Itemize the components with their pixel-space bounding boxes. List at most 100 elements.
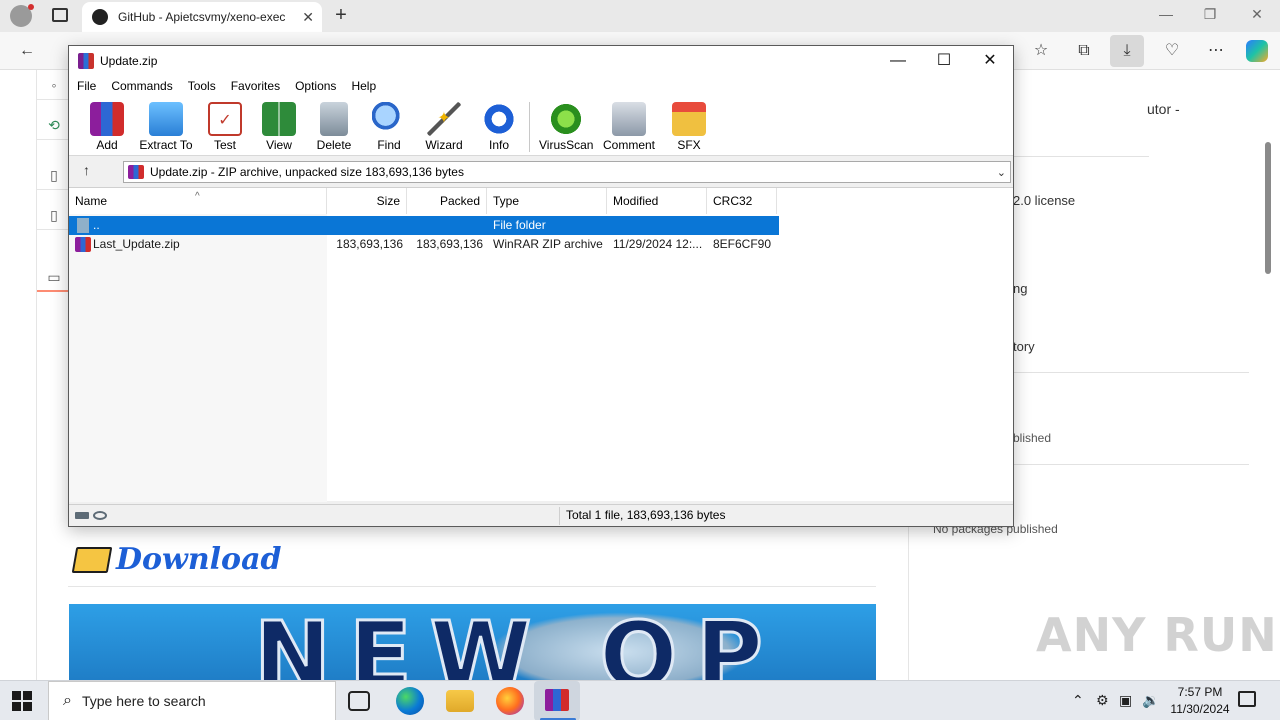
new-tab-button[interactable]: + <box>330 4 352 27</box>
extract-to-label: Extract To <box>139 138 193 152</box>
ethernet-icon[interactable]: ▣ <box>1119 692 1132 709</box>
column-header-type[interactable]: Type <box>487 188 607 214</box>
chevron-down-icon[interactable]: ⌄ <box>997 166 1006 179</box>
license-link[interactable]: 2.0 license <box>1013 193 1075 208</box>
browser-close-icon[interactable]: ✕ <box>1247 6 1267 23</box>
wizard-button[interactable]: ✦ Wizard <box>423 102 465 152</box>
page-scrollbar-thumb[interactable] <box>1265 142 1271 274</box>
maximize-icon[interactable]: ☐ <box>921 46 967 76</box>
test-label: Test <box>213 138 236 152</box>
github-icon <box>92 9 108 25</box>
close-icon[interactable]: ✕ <box>967 46 1013 76</box>
menu-help[interactable]: Help <box>351 79 376 93</box>
download-link[interactable]: Download <box>116 542 281 577</box>
column-header-crc32[interactable]: CRC32 <box>707 188 777 214</box>
column-header-size[interactable]: Size <box>327 188 407 214</box>
comment-button[interactable]: Comment <box>601 102 657 152</box>
test-button[interactable]: ✓ Test <box>207 102 243 152</box>
drive-icon[interactable] <box>75 512 89 519</box>
comment-label: Comment <box>602 138 655 152</box>
comment-icon <box>612 102 646 136</box>
task-view-icon[interactable] <box>348 691 370 711</box>
add-button[interactable]: Add <box>89 102 125 152</box>
winrar-titlebar[interactable]: Update.zip — ☐ ✕ <box>69 46 1013 76</box>
row-type: WinRAR ZIP archive <box>493 237 603 251</box>
zip-file-icon <box>75 237 91 252</box>
chevron-up-icon[interactable]: ⌃ <box>1072 692 1084 709</box>
table-row[interactable]: .. File folder <box>69 216 779 235</box>
tab-actions-icon[interactable] <box>52 8 68 22</box>
minimize-icon[interactable]: — <box>875 46 921 76</box>
rail-item-code[interactable]: ⟲ <box>37 110 71 140</box>
rail-item-file-2[interactable]: ▯ <box>37 200 71 230</box>
find-button[interactable]: Find <box>371 102 407 152</box>
network-icon[interactable]: ⚙ <box>1096 692 1109 709</box>
menu-favorites[interactable]: Favorites <box>231 79 280 93</box>
up-arrow-icon[interactable]: ↑ <box>83 162 90 178</box>
copilot-icon[interactable] <box>1246 40 1268 62</box>
virusscan-label: VirusScan <box>539 138 594 152</box>
view-button[interactable]: View <box>259 102 299 152</box>
notification-center-icon[interactable] <box>1238 691 1256 707</box>
edge-icon[interactable] <box>396 687 424 715</box>
readme-banner-image: NEW OP <box>69 604 876 680</box>
column-header-name[interactable]: Name ^ <box>69 188 327 214</box>
row-packed: 183,693,136 <box>416 237 483 251</box>
row-name: .. <box>93 218 100 232</box>
history-link[interactable]: tory <box>1013 339 1035 354</box>
winrar-toolbar: Add Extract To ✓ Test View Delete Find ✦… <box>69 96 1013 156</box>
favorites-icon[interactable]: ☆ <box>1030 40 1052 62</box>
back-arrow-icon[interactable]: ← <box>16 40 38 62</box>
rail-item-top[interactable]: ◦ <box>37 70 71 100</box>
taskbar-search-box[interactable]: ⌕ Type here to search <box>48 681 336 720</box>
browser-essentials-icon[interactable]: ♡ <box>1161 40 1183 62</box>
extract-to-button[interactable]: Extract To <box>137 102 195 152</box>
browser-tab-github[interactable]: GitHub - Apietcsvmy/xeno-exec ✕ <box>82 2 322 32</box>
collections-icon[interactable]: ⧉ <box>1073 40 1095 62</box>
firefox-icon[interactable] <box>496 687 524 715</box>
menu-tools[interactable]: Tools <box>188 79 216 93</box>
table-row[interactable]: Last_Update.zip 183,693,136 183,693,136 … <box>69 235 779 254</box>
folder-icon <box>71 546 113 573</box>
releases-text: blished <box>1013 431 1052 445</box>
rail-item-file[interactable]: ▯ <box>37 160 71 190</box>
volume-icon[interactable]: 🔉 <box>1142 692 1159 709</box>
taskbar: ⌕ Type here to search ⌃ ⚙ ▣ 🔉 7:57 PM 11… <box>0 680 1280 720</box>
windows-start-icon[interactable] <box>12 691 32 711</box>
path-dropdown[interactable]: Update.zip - ZIP archive, unpacked size … <box>123 161 1011 183</box>
downloads-icon[interactable]: ⤓ <box>1110 35 1144 67</box>
file-explorer-icon[interactable] <box>446 690 474 712</box>
virusscan-button[interactable]: VirusScan <box>539 102 593 152</box>
menu-commands[interactable]: Commands <box>111 79 172 93</box>
delete-button[interactable]: Delete <box>315 102 353 152</box>
status-bar: Total 1 file, 183,693,136 bytes <box>69 504 1013 526</box>
column-name-label: Name <box>75 194 108 208</box>
toolbar-separator <box>529 102 530 152</box>
folder-icon <box>149 102 183 136</box>
sfx-button[interactable]: SFX <box>669 102 709 152</box>
row-modified: 11/29/2024 12:... <box>613 237 703 251</box>
browser-minimize-icon[interactable]: — <box>1156 6 1176 22</box>
key-icon[interactable] <box>93 511 107 520</box>
clock-time: 7:57 PM <box>1177 685 1223 699</box>
book-icon <box>262 102 296 136</box>
menu-file[interactable]: File <box>77 79 96 93</box>
menu-options[interactable]: Options <box>295 79 336 93</box>
info-button[interactable]: Info <box>481 102 517 152</box>
column-header-packed[interactable]: Packed <box>407 188 487 214</box>
search-placeholder: Type here to search <box>81 693 206 709</box>
column-header-modified[interactable]: Modified <box>607 188 707 214</box>
system-clock[interactable]: 7:57 PM 11/30/2024 <box>1160 684 1240 718</box>
banner-text: NEW OP <box>253 604 781 680</box>
activity-link[interactable]: ng <box>1013 281 1027 296</box>
rail-item-readme[interactable]: ▭ <box>37 262 71 292</box>
name-column-shade <box>69 214 327 502</box>
sfx-box-icon <box>672 102 706 136</box>
left-rail: ◦ ⟲ ▯ ▯ ▭ <box>36 70 71 680</box>
winrar-taskbar-button[interactable] <box>534 681 580 720</box>
view-label: View <box>266 138 292 152</box>
download-heading[interactable]: Download <box>71 542 281 577</box>
more-menu-icon[interactable]: ⋯ <box>1205 40 1227 62</box>
browser-restore-icon[interactable]: ❐ <box>1200 6 1220 23</box>
tab-close-icon[interactable]: ✕ <box>302 9 314 26</box>
